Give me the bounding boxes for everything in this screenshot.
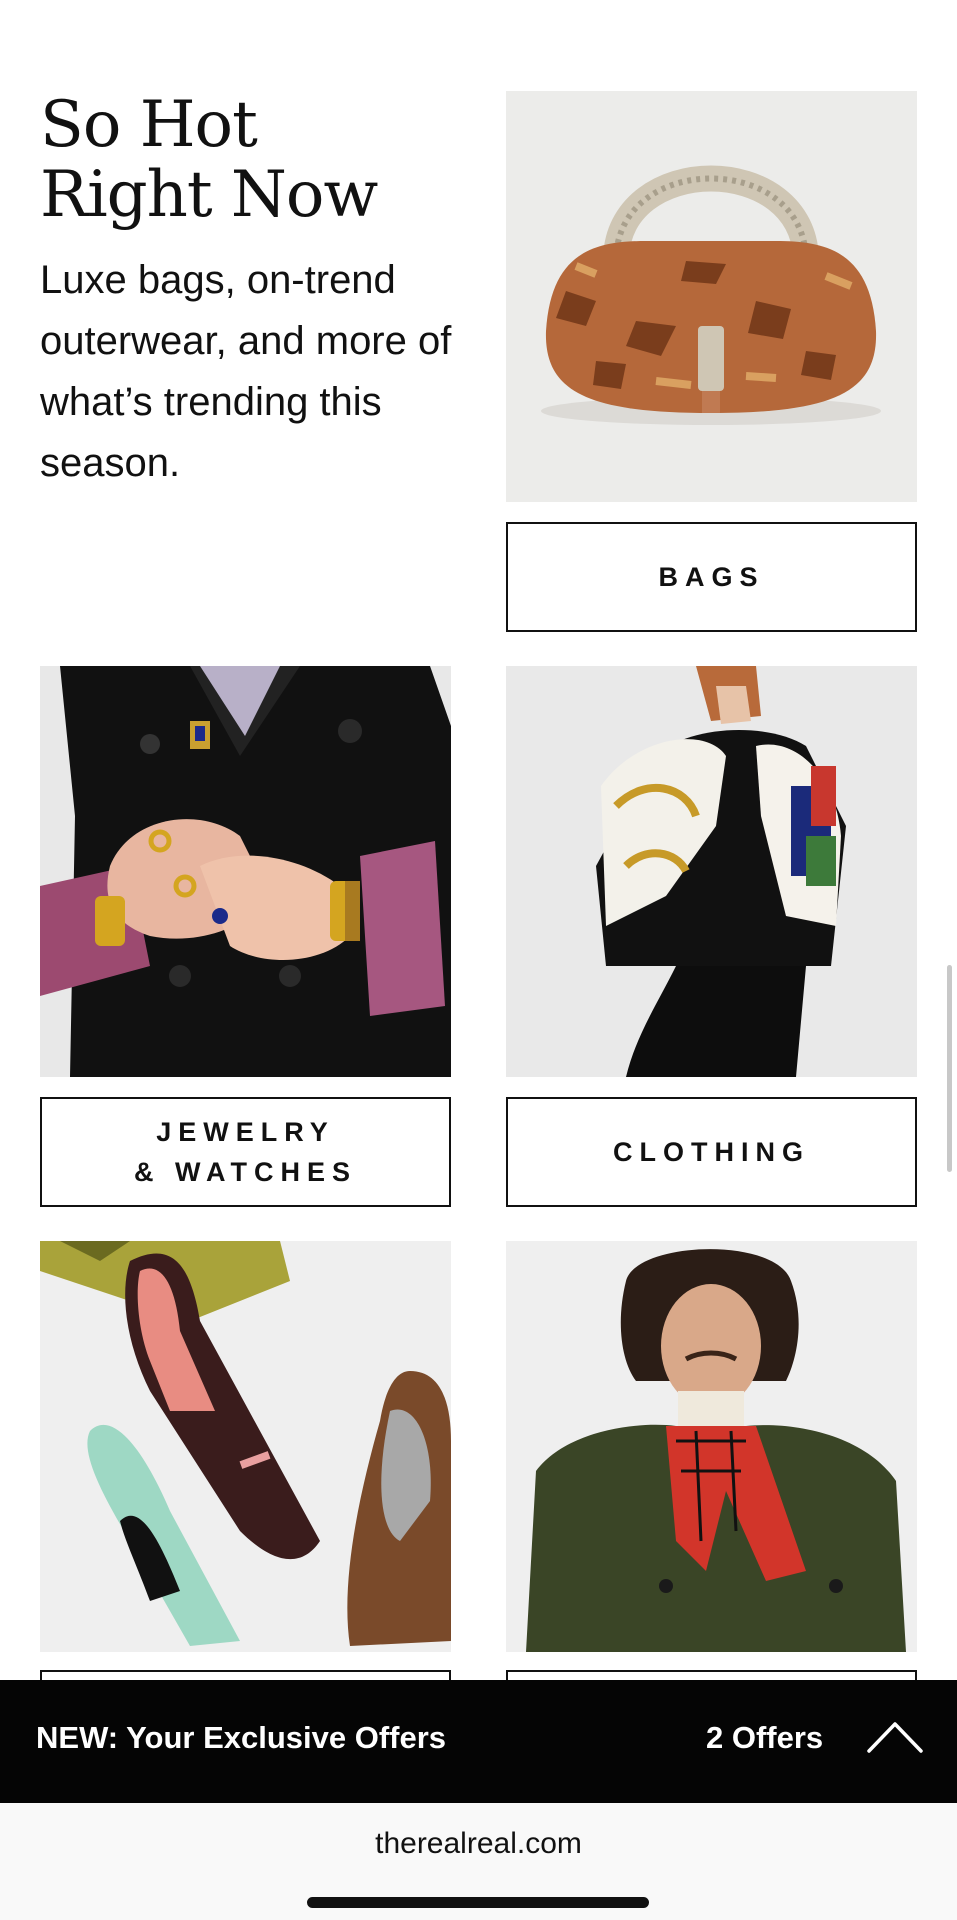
shoes-illustration xyxy=(40,1241,451,1652)
heading-line-2: Right Now xyxy=(40,158,378,232)
url-text[interactable]: therealreal.com xyxy=(0,1827,957,1861)
exclusive-offers-bar[interactable]: NEW: Your Exclusive Offers 2 Offers xyxy=(0,1680,957,1803)
section-description: Luxe bags, on-trend outerwear, and more … xyxy=(40,258,452,485)
model-scarf-illustration xyxy=(506,666,917,1077)
scrollbar-thumb[interactable] xyxy=(947,965,952,1172)
heading-line-1: So Hot xyxy=(40,88,258,162)
chevron-up-icon[interactable] xyxy=(866,1720,924,1754)
clothing-button-label: CLOTHING xyxy=(613,1137,810,1167)
offers-count: 2 Offers xyxy=(706,1720,824,1755)
jewelry-button-label-line1: JEWELRY xyxy=(156,1117,335,1147)
clothing-image[interactable] xyxy=(506,666,917,1077)
clothing-button[interactable]: CLOTHING xyxy=(506,1097,917,1207)
jewelry-watches-button[interactable]: JEWELRY & WATCHES xyxy=(40,1097,451,1207)
jewelry-image[interactable] xyxy=(40,666,451,1077)
offers-title: NEW: Your Exclusive Offers xyxy=(36,1720,447,1755)
outerwear-image[interactable] xyxy=(506,1241,917,1652)
bags-button-label: BAGS xyxy=(658,562,765,592)
man-jacket-illustration xyxy=(506,1241,917,1652)
bags-button[interactable]: BAGS xyxy=(506,522,917,632)
shoes-image[interactable] xyxy=(40,1241,451,1652)
section-heading: So Hot Right Now xyxy=(40,90,460,230)
bags-image[interactable] xyxy=(506,91,917,502)
handbag-illustration xyxy=(506,91,917,502)
home-indicator[interactable] xyxy=(307,1897,649,1908)
browser-address-bar[interactable]: therealreal.com xyxy=(0,1803,957,1920)
hands-rings-illustration xyxy=(40,666,451,1077)
jewelry-button-label-line2: & WATCHES xyxy=(134,1157,357,1187)
